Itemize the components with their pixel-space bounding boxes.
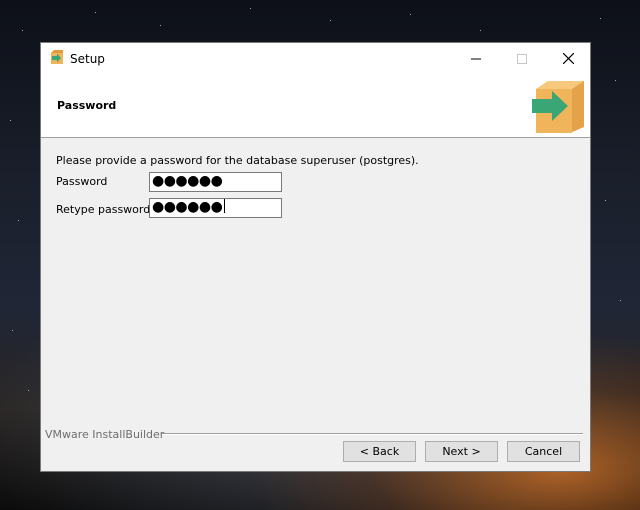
back-button[interactable]: < Back xyxy=(343,441,416,462)
maximize-button[interactable] xyxy=(499,43,545,74)
minimize-button[interactable] xyxy=(453,43,499,74)
setup-window: Setup Password Please provide a password… xyxy=(40,42,591,472)
title-bar[interactable]: Setup xyxy=(41,43,590,74)
cancel-button[interactable]: Cancel xyxy=(507,441,580,462)
text-caret xyxy=(224,199,226,213)
close-button[interactable] xyxy=(545,43,591,74)
footer-divider xyxy=(162,433,583,435)
maximize-icon xyxy=(517,53,527,64)
retype-password-field[interactable]: ●●●●●● xyxy=(149,198,282,218)
password-mask: ●●●●●● xyxy=(152,173,223,189)
next-button[interactable]: Next > xyxy=(425,441,498,462)
instructions-text: Please provide a password for the databa… xyxy=(56,154,419,167)
installer-box-arrow-icon xyxy=(532,81,584,133)
password-field[interactable]: ●●●●●● xyxy=(149,172,282,192)
retype-password-label: Retype password xyxy=(56,203,151,216)
retype-password-mask: ●●●●●● xyxy=(152,199,223,215)
window-title: Setup xyxy=(70,52,105,66)
close-icon xyxy=(562,53,574,64)
password-label: Password xyxy=(56,175,108,188)
page-title: Password xyxy=(57,99,117,112)
brand-label: VMware InstallBuilder xyxy=(45,428,165,441)
installer-box-icon xyxy=(51,50,63,64)
minimize-icon xyxy=(471,58,481,59)
page-header: Password xyxy=(41,74,590,138)
